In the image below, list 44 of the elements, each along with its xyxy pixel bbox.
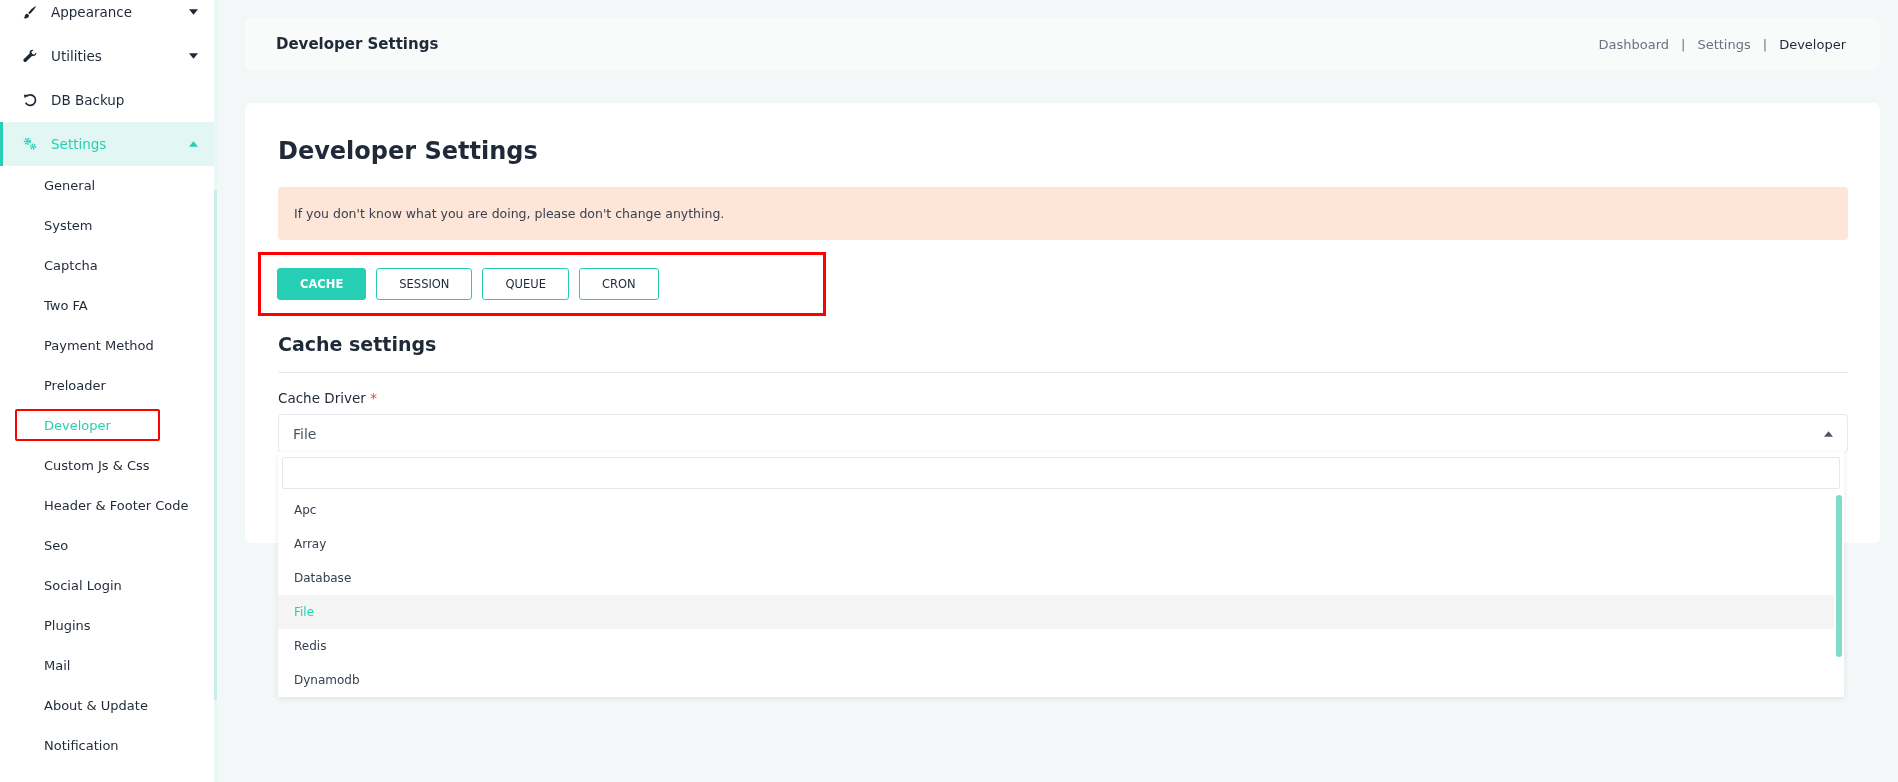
sidebar-subitem[interactable]: Payment Method [44,338,154,353]
breadcrumb-link[interactable]: Settings [1697,36,1751,52]
caret-icon [189,53,198,59]
sidebar-subitem[interactable]: Preloader [44,378,106,393]
sidebar-subitem[interactable]: Header & Footer Code [44,498,189,513]
dropdown-option[interactable]: Database [278,561,1834,595]
sidebar-subitem[interactable]: Custom Js & Css [44,458,150,473]
sidebar-subitem[interactable]: Mail [44,658,71,673]
gears-icon [23,137,37,151]
caret-icon [189,141,198,147]
search-field[interactable] [282,457,1840,489]
scrollbar-thumb[interactable] [1836,495,1842,657]
tab[interactable]: QUEUE [482,268,569,300]
page-title: Developer Settings [278,137,539,165]
warning-alert: If you don't know what you are doing, please don't change anything. [278,187,1848,240]
dropdown-option[interactable]: Array [278,527,1834,561]
section-title: Cache settings [278,333,438,355]
sidebar-subitem[interactable]: General [44,178,96,193]
brush-icon [23,5,37,19]
sidebar-subitem[interactable]: Two FA [44,298,88,313]
wrench-icon [23,49,37,63]
sidebar-subitem[interactable]: Seo [44,538,69,553]
breadcrumb-separator: | [1762,36,1768,52]
tab[interactable]: CRON [578,268,659,300]
sidebar-subitem[interactable]: Notification [44,738,119,753]
sidebar-item[interactable]: DB Backup [0,78,214,122]
field-label: Cache Driver * [278,390,378,406]
sidebar-subitem[interactable]: Captcha [44,258,98,273]
dropdown-option[interactable]: Redis [278,629,1834,663]
undo-icon [23,93,37,107]
sidebar-subitem[interactable]: Plugins [44,618,91,633]
tab[interactable]: SESSION [376,268,473,300]
breadcrumb-separator: | [1681,36,1686,52]
sidebar-item[interactable]: Utilities [0,34,214,78]
header-title: Developer Settings [276,35,440,53]
sidebar-subitem[interactable]: Social Login [44,578,122,593]
dropdown-option[interactable]: Dynamodb [278,663,1834,697]
sidebar-subitem[interactable]: System [44,218,93,233]
caret-icon [189,9,198,15]
sidebar-subitem[interactable]: About & Update [44,698,148,713]
caret-icon [1824,430,1833,437]
sidebar-item[interactable]: Appearance [0,0,214,34]
breadcrumb-link[interactable]: Dashboard [1598,36,1669,52]
dropdown-option[interactable]: Apc [278,493,1834,527]
